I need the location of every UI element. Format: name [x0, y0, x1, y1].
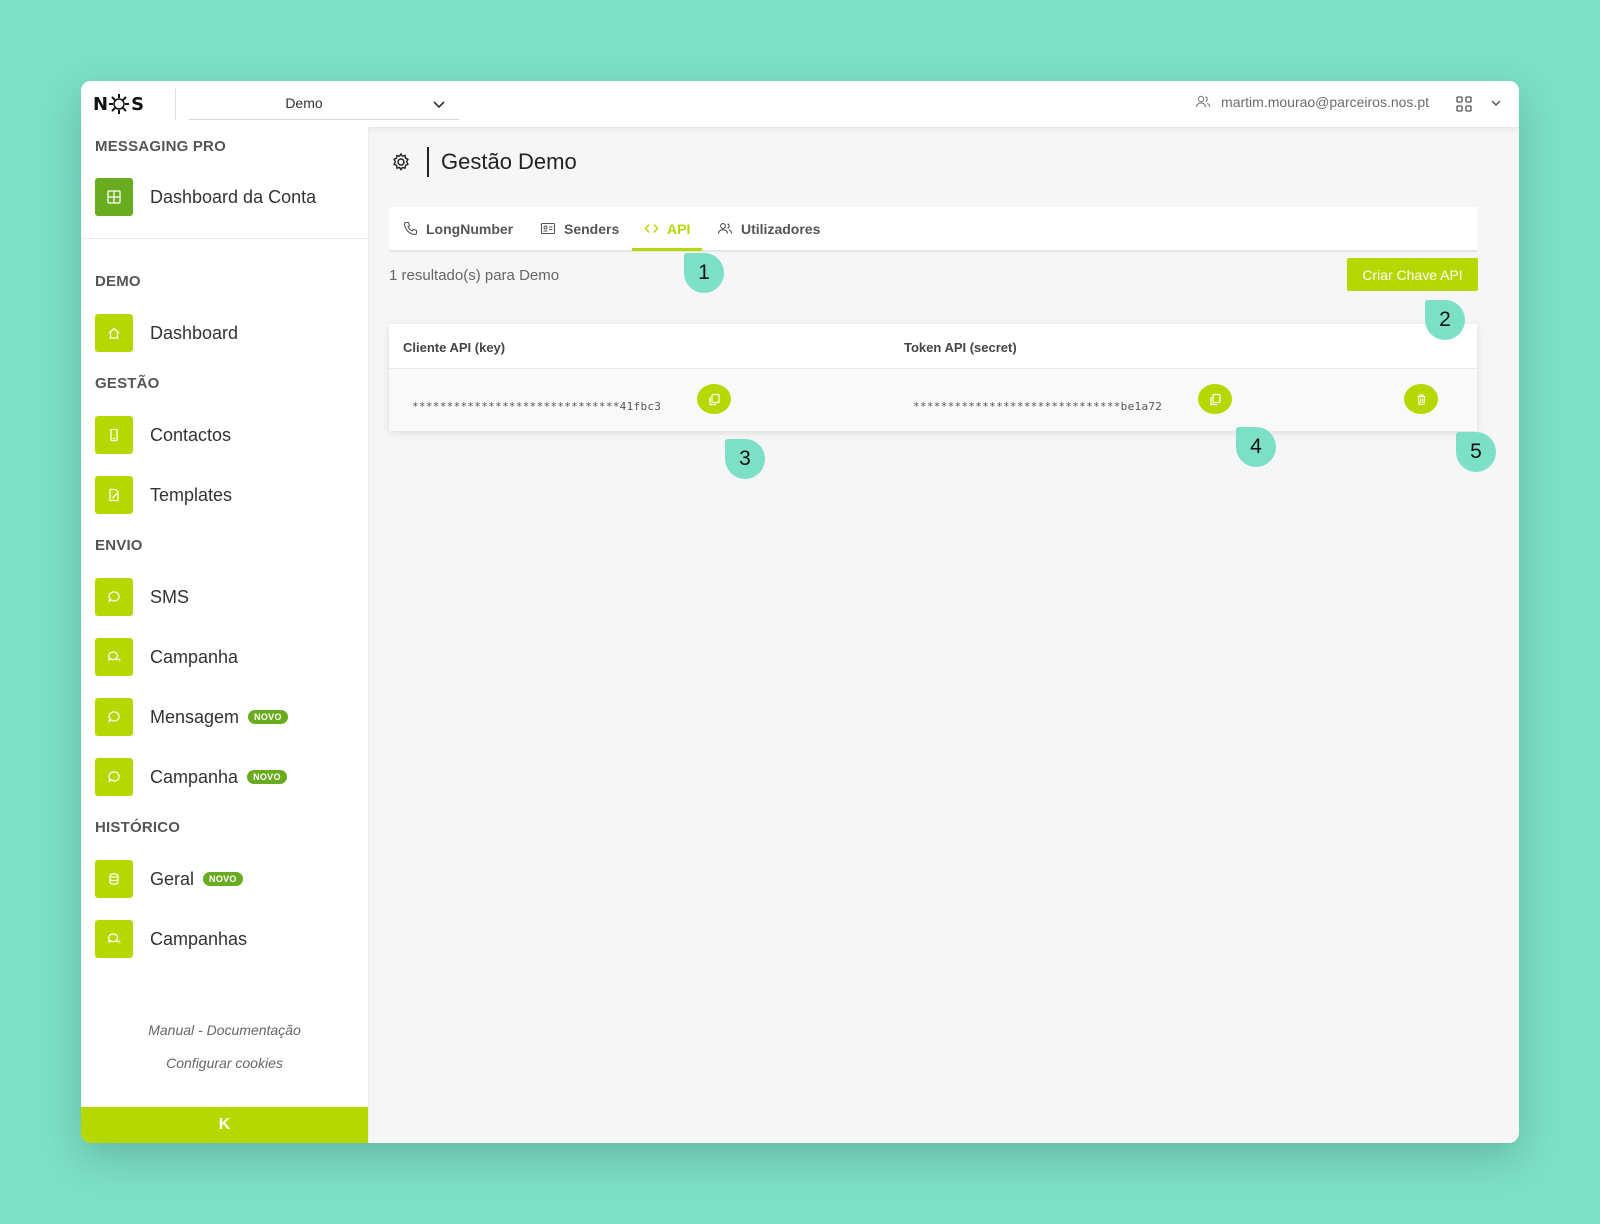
section-gestao: GESTÃO [95, 375, 160, 392]
manual-documentation-link[interactable]: Manual - Documentação [81, 1022, 368, 1038]
api-keys-table: Cliente API (key) Token API (secret) ***… [389, 324, 1477, 431]
copy-icon [1209, 393, 1221, 405]
sidebar-item-contactos[interactable]: Contactos [95, 416, 231, 454]
sidebar-item-dashboard[interactable]: Dashboard [95, 314, 238, 352]
tab-label: Utilizadores [741, 220, 821, 237]
sidebar-item-templates[interactable]: Templates [95, 476, 232, 514]
copy-key-button[interactable] [697, 384, 731, 414]
chat-bubbles-icon [95, 920, 133, 958]
edit-document-icon [95, 476, 133, 514]
tab-longnumber[interactable]: LongNumber [403, 207, 513, 250]
tab-utilizadores[interactable]: Utilizadores [717, 207, 820, 250]
api-key-value: ******************************41fbc3 [412, 400, 662, 413]
sidebar-divider [81, 238, 368, 239]
topbar-divider [175, 88, 176, 120]
annotation-marker-4: 4 [1236, 427, 1276, 467]
api-token-value: ******************************be1a72 [913, 400, 1163, 413]
database-icon [95, 860, 133, 898]
user-email: martim.mourao@parceiros.nos.pt [1221, 94, 1429, 110]
annotation-marker-3: 3 [725, 439, 765, 479]
tab-label: LongNumber [426, 220, 514, 237]
chevron-down-icon[interactable] [1489, 96, 1503, 110]
sidebar-item-label: Campanha [150, 766, 239, 787]
new-badge: NOVO [248, 710, 288, 724]
user-group-icon [1195, 95, 1211, 108]
sidebar-item-label: Mensagem [150, 706, 240, 727]
product-title: MESSAGING PRO [95, 138, 226, 155]
column-header-token: Token API (secret) [904, 340, 1017, 355]
dashboard-grid-icon [95, 178, 133, 216]
sidebar-item-label: Dashboard [150, 322, 239, 343]
tab-bar: LongNumber Senders API Utilizadores [389, 207, 1477, 252]
collapse-label: K [218, 1116, 231, 1133]
create-api-key-button[interactable]: Criar Chave API [1347, 258, 1478, 291]
sidebar-item-geral[interactable]: Geral NOVO [95, 860, 243, 898]
results-count: 1 resultado(s) para Demo [389, 267, 560, 284]
sidebar-item-sms[interactable]: SMS [95, 578, 189, 616]
tab-label: API [667, 220, 691, 237]
section-envio: ENVIO [95, 537, 143, 554]
id-card-icon [540, 222, 556, 235]
phone-device-icon [95, 416, 133, 454]
sidebar-item-account-dashboard[interactable]: Dashboard da Conta [95, 178, 316, 216]
sidebar-item-label: SMS [150, 586, 190, 607]
sidebar-item-label: Dashboard da Conta [150, 186, 317, 207]
sidebar-item-label: Campanhas [150, 928, 248, 949]
home-icon [95, 314, 133, 352]
app-window: N S Demo martim.mourao@parceiros.nos.pt … [81, 81, 1519, 1143]
copy-token-button[interactable] [1198, 384, 1232, 414]
sidebar-item-campanha-novo[interactable]: Campanha NOVO [95, 758, 287, 796]
organization-select[interactable]: Demo [189, 89, 459, 120]
annotation-marker-2: 2 [1425, 300, 1465, 340]
tab-label: Senders [564, 220, 620, 237]
section-demo: DEMO [95, 273, 141, 290]
sidebar-item-label: Campanha [150, 646, 239, 667]
apps-grid-icon[interactable] [1455, 95, 1473, 113]
sidebar-item-campanhas[interactable]: Campanhas [95, 920, 247, 958]
user-account[interactable]: martim.mourao@parceiros.nos.pt [1195, 94, 1429, 110]
trash-icon [1417, 393, 1425, 405]
tab-senders[interactable]: Senders [540, 207, 619, 250]
active-tab-indicator [632, 248, 702, 251]
nos-logo[interactable]: N S [93, 92, 144, 116]
sidebar-item-campanha[interactable]: Campanha [95, 638, 238, 676]
gear-icon [393, 153, 409, 171]
copy-icon [708, 393, 720, 405]
annotation-marker-5: 5 [1456, 432, 1496, 472]
chat-bubble-icon [95, 698, 133, 736]
table-row: ******************************41fbc3 ***… [389, 369, 1477, 431]
new-badge: NOVO [203, 872, 243, 886]
sidebar-item-label: Contactos [150, 424, 232, 445]
section-historico: HISTÓRICO [95, 819, 181, 836]
header-divider [427, 147, 429, 177]
chat-bubble-icon [95, 578, 133, 616]
chat-bubble-icon [95, 758, 133, 796]
logo-ring-icon [109, 94, 130, 114]
sidebar-item-mensagem[interactable]: Mensagem NOVO [95, 698, 288, 736]
page-title: Gestão Demo [441, 149, 577, 174]
sidebar: MESSAGING PRO Dashboard da Conta DEMO Da… [81, 127, 369, 1143]
chevron-down-icon [433, 101, 445, 109]
annotation-marker-1: 1 [684, 253, 724, 293]
sidebar-item-label: Geral [150, 868, 195, 889]
configure-cookies-link[interactable]: Configurar cookies [81, 1055, 368, 1071]
chat-bubbles-icon [95, 638, 133, 676]
users-icon [717, 223, 733, 234]
delete-key-button[interactable] [1404, 384, 1438, 414]
tab-api[interactable]: API [644, 207, 690, 250]
top-bar: N S Demo martim.mourao@parceiros.nos.pt [81, 81, 1519, 128]
organization-select-value: Demo [285, 95, 323, 111]
collapse-sidebar-button[interactable]: K [81, 1107, 368, 1143]
new-badge: NOVO [247, 770, 287, 784]
page-header: Gestão Demo [391, 147, 577, 177]
column-header-key: Cliente API (key) [403, 340, 506, 355]
code-icon [644, 224, 659, 233]
phone-icon [403, 221, 418, 236]
sidebar-item-label: Templates [150, 484, 233, 505]
